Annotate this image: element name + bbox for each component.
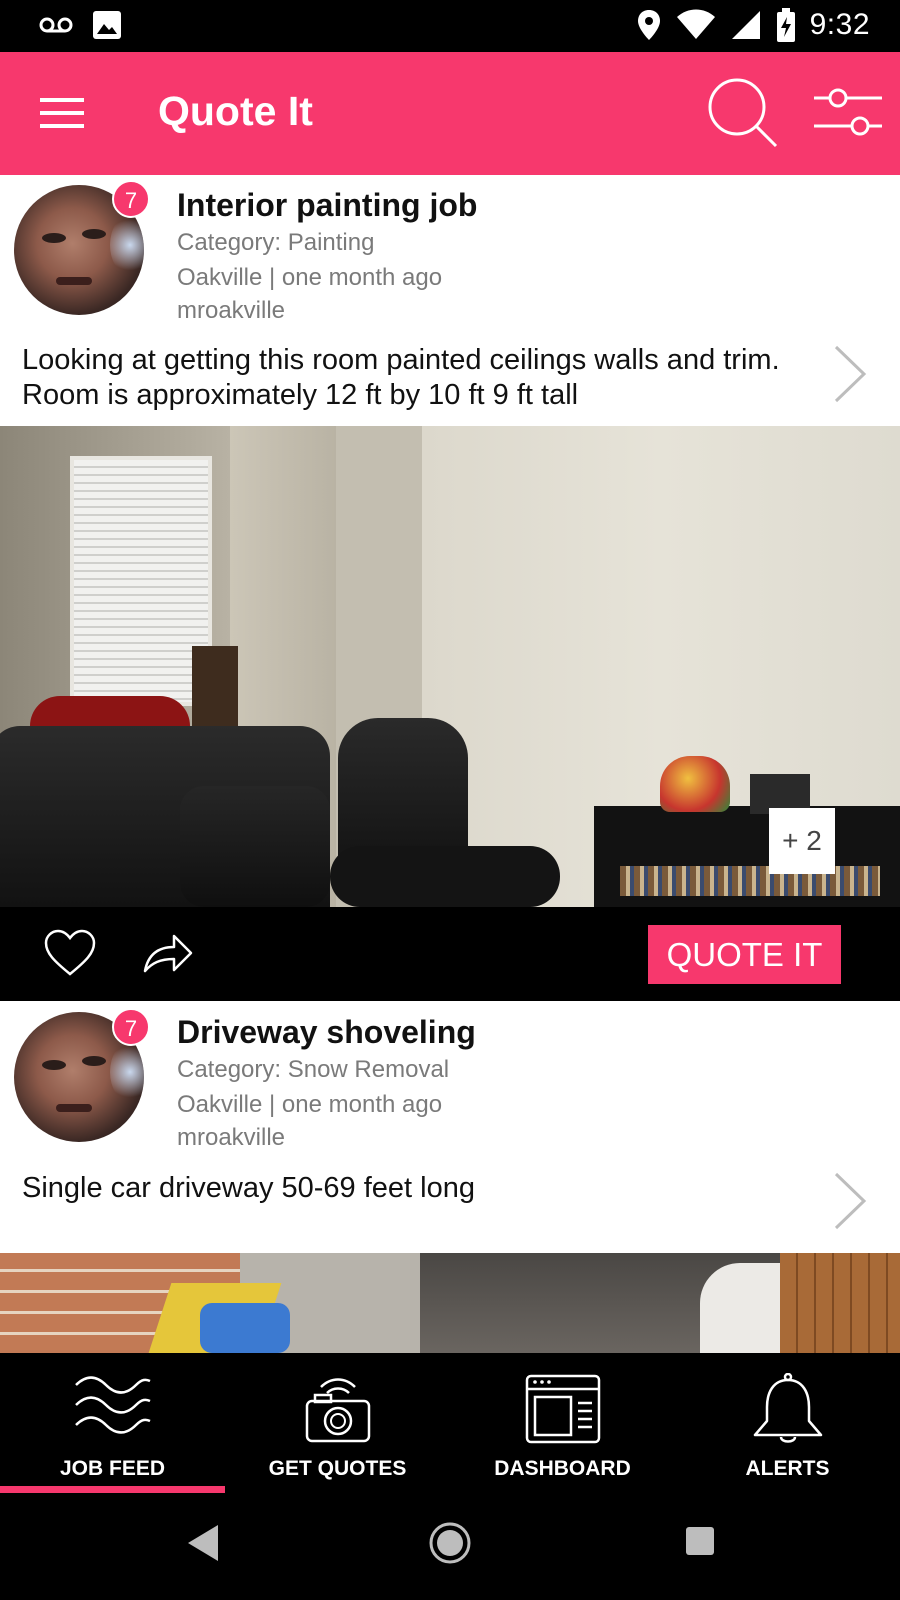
filter-sliders-icon[interactable] [812,86,884,140]
photo-chair-seat [330,846,560,907]
back-icon[interactable] [186,1523,220,1563]
chevron-right-icon[interactable] [832,1170,868,1232]
image-icon [93,11,121,39]
nav-dashboard[interactable]: DASHBOARD [450,1353,675,1493]
post-category: Category: Painting [177,229,375,256]
heart-icon[interactable] [44,929,96,977]
avatar-mouth [56,1104,92,1112]
avatar-light [110,215,144,275]
post-card-interior-painting[interactable]: 7 Interior painting job Category: Painti… [0,175,900,426]
post-title[interactable]: Driveway shoveling [177,1014,476,1051]
photo-window [70,456,212,706]
photo-dvd-shelf [620,866,880,896]
post-username[interactable]: mroakville [177,1124,285,1152]
menu-icon[interactable] [40,96,84,130]
photo-blue-object [200,1303,290,1353]
post-username[interactable]: mroakville [177,297,285,325]
battery-charging-icon [776,8,795,42]
home-icon[interactable] [428,1521,472,1565]
nav-label: ALERTS [745,1457,830,1480]
active-tab-indicator [0,1486,225,1493]
photo-fence [780,1253,900,1353]
photo-sofa-arm [180,786,330,907]
more-photos-badge[interactable]: + 2 [769,808,835,874]
search-icon[interactable] [706,76,780,150]
photo-toy [660,756,730,812]
avatar-eye-right [82,229,106,239]
quote-it-button[interactable]: QUOTE IT [648,925,841,984]
dashboard-icon [525,1374,601,1444]
clock: 9:32 [809,8,870,41]
post-card-driveway-shoveling[interactable]: 7 Driveway shoveling Category: Snow Remo… [0,1001,900,1253]
nav-label: JOB FEED [59,1457,166,1480]
app-title: Quote It [158,88,313,134]
signal-icon [731,11,760,39]
nav-label: DASHBOARD [494,1457,631,1480]
avatar-eye-left [42,1060,66,1070]
avatar-eye-left [42,233,66,243]
voicemail-icon [39,17,73,33]
avatar-light [110,1042,144,1102]
notification-badge: 7 [112,180,150,218]
camera-icon [305,1378,371,1443]
post-description: Single car driveway 50-69 feet long [22,1172,475,1204]
bottom-nav: JOB FEED GET QUOTES DASHBOARD ALERTS [0,1353,900,1493]
share-icon[interactable] [142,931,194,975]
avatar-mouth [56,277,92,285]
post-location-time: Oakville | one month ago [177,264,443,291]
waves-icon [75,1376,151,1434]
recents-icon[interactable] [686,1527,714,1555]
app-bar: Quote It [0,52,900,175]
post-category: Category: Snow Removal [177,1056,450,1083]
wifi-icon [676,9,715,39]
avatar-eye-right [82,1056,106,1066]
chevron-right-icon[interactable] [832,343,868,405]
nav-get-quotes[interactable]: GET QUOTES [225,1353,450,1493]
post-title[interactable]: Interior painting job [177,187,477,224]
post-actions-bar: QUOTE IT [0,907,900,1001]
nav-label: GET QUOTES [268,1457,407,1480]
nav-job-feed[interactable]: JOB FEED [0,1353,225,1493]
bell-icon [753,1373,823,1443]
post-location-time: Oakville | one month ago [177,1091,443,1118]
post-photo[interactable] [0,426,900,907]
location-icon [637,10,660,40]
system-nav-bar [0,1493,900,1600]
nav-alerts[interactable]: ALERTS [675,1353,900,1493]
status-bar: 9:32 [0,0,900,52]
notification-badge: 7 [112,1008,150,1046]
post-description: Looking at getting this room painted cei… [22,344,780,411]
post-photo[interactable] [0,1253,900,1353]
